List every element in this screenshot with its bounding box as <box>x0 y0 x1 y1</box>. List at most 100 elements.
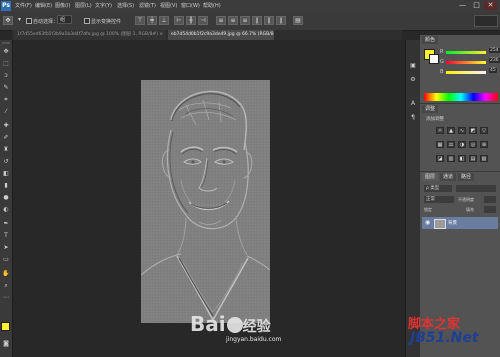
auto-select-label: 自动选择： <box>33 19 59 25</box>
quick-mask-icon[interactable]: ◙ <box>2 340 10 347</box>
channel-b-slider[interactable] <box>446 71 486 74</box>
close-button[interactable]: ✕ <box>484 1 497 10</box>
minimize-button[interactable]: — <box>456 1 469 10</box>
vibrance-adj-icon[interactable]: ▽ <box>480 127 488 134</box>
tab-paths[interactable]: 路径 <box>458 173 475 181</box>
brush-icon[interactable]: ✐ <box>2 134 10 141</box>
align-right-icon[interactable]: ⊣ <box>198 16 208 25</box>
align-top-icon[interactable]: ⊤ <box>135 16 145 25</box>
blur-icon[interactable]: ● <box>2 194 10 201</box>
layer-name[interactable]: 背景 <box>448 220 457 226</box>
menu-select[interactable]: 选择(S) <box>117 2 134 10</box>
more-tools-icon[interactable]: ⋯ <box>2 294 10 301</box>
zoom-icon[interactable]: ⌕ <box>2 282 10 289</box>
menu-type[interactable]: 文字(Y) <box>95 2 112 10</box>
toolbar-grip[interactable] <box>2 42 10 44</box>
curves-adj-icon[interactable]: ∿ <box>458 127 466 134</box>
auto-align-icon[interactable]: ▤ <box>293 16 303 25</box>
exposure-adj-icon[interactable]: ◩ <box>469 127 477 134</box>
distribute-hcenter-icon[interactable]: ∥ <box>264 16 274 25</box>
channel-r-value[interactable]: 254 <box>489 48 500 53</box>
eye-icon[interactable]: ◉ <box>425 219 430 226</box>
foreground-color-swatch[interactable] <box>1 322 10 331</box>
menu-window[interactable]: 窗口(W) <box>181 2 200 10</box>
auto-select-checkbox[interactable] <box>26 18 32 24</box>
healing-icon[interactable]: ✚ <box>2 122 10 129</box>
tab-channels[interactable]: 通道 <box>440 173 457 181</box>
move-icon[interactable]: ✥ <box>2 48 10 55</box>
marquee-icon[interactable]: ⬚ <box>2 60 10 67</box>
stamp-icon[interactable]: ♜ <box>2 146 10 153</box>
color-background-swatch[interactable] <box>429 54 439 64</box>
restore-button[interactable]: □ <box>470 1 483 10</box>
distribute-left-icon[interactable]: ∥ <box>252 16 262 25</box>
menu-layer[interactable]: 图层(L) <box>75 2 92 10</box>
hue-adj-icon[interactable]: ▦ <box>436 141 444 148</box>
layer-filter-buttons[interactable] <box>456 185 496 192</box>
color-spectrum-bar[interactable] <box>424 93 498 101</box>
auto-select-dropdown[interactable]: 组 <box>57 15 72 24</box>
photo-filter-adj-icon[interactable]: ◎ <box>469 141 477 148</box>
paragraph-panel-icon[interactable]: ¶ <box>409 114 417 122</box>
shape-icon[interactable]: ▭ <box>2 256 10 263</box>
tab-color[interactable]: 颜色 <box>422 36 439 44</box>
history-brush-icon[interactable]: ↺ <box>2 158 10 165</box>
tab-adjustments[interactable]: 调整 <box>422 105 439 113</box>
tab-layers[interactable]: 图层 <box>422 173 439 181</box>
menu-image[interactable]: 图像(I) <box>55 2 70 10</box>
channel-g-value[interactable]: 236 <box>489 58 500 63</box>
show-transform-checkbox[interactable] <box>84 18 90 24</box>
pen-icon[interactable]: ✒ <box>2 220 10 227</box>
layer-row-background[interactable]: ◉ 背景 <box>422 217 498 229</box>
lasso-icon[interactable]: ↄ <box>2 72 10 79</box>
color-balance-adj-icon[interactable]: ⚖ <box>447 141 455 148</box>
menu-file[interactable]: 文件(F) <box>15 2 32 10</box>
gradient-icon[interactable]: ▮ <box>2 182 10 189</box>
distribute-bottom-icon[interactable]: ≡ <box>240 16 250 25</box>
document-tab-2[interactable]: eb7d54d0b1f2c9a3de49.jpg @ 66.7% (RGB/8)… <box>168 30 274 40</box>
levels-adj-icon[interactable]: ▲ <box>447 127 455 134</box>
dodge-icon[interactable]: ◐ <box>2 206 10 213</box>
bw-adj-icon[interactable]: ◑ <box>458 141 466 148</box>
properties-panel-icon[interactable]: ⚙ <box>409 76 417 84</box>
posterize-adj-icon[interactable]: ▥ <box>447 155 455 162</box>
align-bottom-icon[interactable]: ⊥ <box>159 16 169 25</box>
distribute-right-icon[interactable]: ∥ <box>276 16 286 25</box>
menu-view[interactable]: 视图(V) <box>160 2 177 10</box>
align-hcenter-icon[interactable]: ╫ <box>186 16 196 25</box>
document-tab-1[interactable]: 1f7d55ed63fb5f3b9a1b3d4f7dfa.jpg @ 100% … <box>14 30 166 40</box>
align-vcenter-icon[interactable]: ╪ <box>147 16 157 25</box>
distribute-vcenter-icon[interactable]: ≡ <box>228 16 238 25</box>
menu-filter[interactable]: 滤镜(T) <box>139 2 156 10</box>
workspace-switcher[interactable] <box>474 15 498 27</box>
quick-select-icon[interactable]: ✎ <box>2 84 10 91</box>
distribute-top-icon[interactable]: ≡ <box>216 16 226 25</box>
document-canvas[interactable] <box>141 80 270 323</box>
channel-mixer-adj-icon[interactable]: ⊕ <box>480 141 488 148</box>
chevron-down-icon[interactable]: ▾ <box>18 16 21 23</box>
type-icon[interactable]: T <box>2 232 10 239</box>
eraser-icon[interactable]: ◧ <box>2 170 10 177</box>
eyedropper-icon[interactable]: ⁄ <box>2 108 10 115</box>
channel-g-slider[interactable] <box>446 61 486 64</box>
hand-icon[interactable]: ✋ <box>2 270 10 277</box>
invert-adj-icon[interactable]: ◪ <box>436 155 444 162</box>
blend-mode-dropdown[interactable]: 正常 <box>424 196 454 203</box>
layer-filter-dropdown[interactable]: ρ 类型 <box>424 185 452 192</box>
menu-help[interactable]: 帮助(H) <box>203 2 221 10</box>
threshold-adj-icon[interactable]: ◧ <box>458 155 466 162</box>
path-select-icon[interactable]: ➤ <box>2 244 10 251</box>
align-left-icon[interactable]: ⊢ <box>174 16 184 25</box>
move-tool-preset-icon[interactable]: ✥ <box>3 16 13 25</box>
character-panel-icon[interactable]: A <box>409 100 417 108</box>
channel-r-slider[interactable] <box>446 51 486 54</box>
crop-icon[interactable]: ⌗ <box>2 96 10 103</box>
gradient-map-adj-icon[interactable]: ▤ <box>469 155 477 162</box>
fill-input[interactable] <box>484 206 496 213</box>
history-panel-icon[interactable]: ▣ <box>409 62 417 70</box>
menu-edit[interactable]: 编辑(E) <box>35 2 52 10</box>
brightness-adj-icon[interactable]: ☼ <box>436 127 444 134</box>
opacity-input[interactable] <box>484 196 496 203</box>
selective-color-adj-icon[interactable]: ▧ <box>480 155 488 162</box>
channel-b-value[interactable]: 45 <box>489 68 497 73</box>
